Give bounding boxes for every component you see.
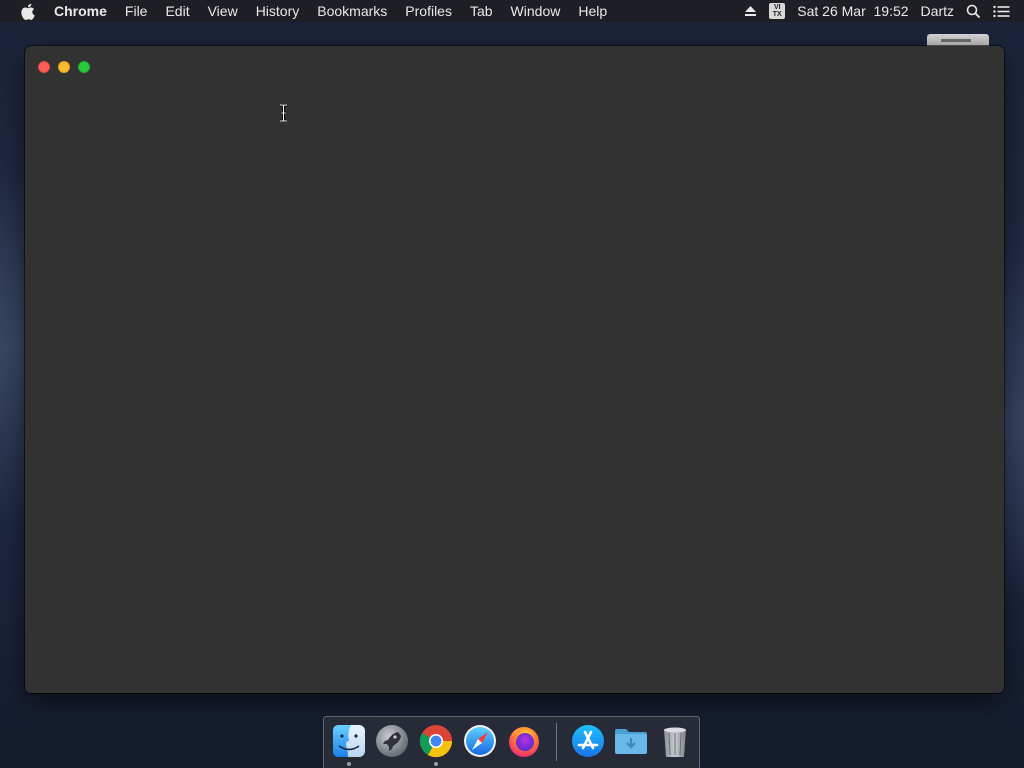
menu-edit[interactable]: Edit <box>156 0 198 22</box>
menu-history[interactable]: History <box>247 0 309 22</box>
input-method-top-label: VI <box>773 4 781 11</box>
downloads-folder-icon[interactable] <box>613 723 649 759</box>
datetime-clock[interactable]: Sat 26 Mar 19:52 <box>797 0 908 22</box>
user-name[interactable]: Dartz <box>921 0 954 22</box>
menu-app-name[interactable]: Chrome <box>54 0 116 22</box>
window-minimize-button[interactable] <box>58 61 70 73</box>
finder-icon[interactable] <box>331 723 367 759</box>
dock <box>323 716 700 768</box>
chrome-icon[interactable] <box>418 723 454 759</box>
finder-running-indicator <box>347 762 351 766</box>
window-close-button[interactable] <box>38 61 50 73</box>
input-method-icon[interactable]: VI TX <box>769 3 786 19</box>
menu-bookmarks[interactable]: Bookmarks <box>308 0 396 22</box>
dock-separator <box>556 723 557 761</box>
menu-profiles[interactable]: Profiles <box>396 0 461 22</box>
app-store-icon[interactable] <box>570 723 606 759</box>
menu-tab[interactable]: Tab <box>461 0 502 22</box>
menu-bar: Chrome File Edit View History Bookmarks … <box>0 0 1024 22</box>
chrome-window <box>25 46 1004 693</box>
menu-help[interactable]: Help <box>569 0 616 22</box>
window-controls <box>38 61 98 73</box>
notification-center-icon[interactable] <box>993 5 1010 18</box>
trash-icon[interactable] <box>657 723 693 759</box>
launchpad-icon[interactable] <box>374 723 410 759</box>
chrome-running-indicator <box>434 762 438 766</box>
input-method-bottom-label: TX <box>772 11 782 18</box>
safari-icon[interactable] <box>462 723 498 759</box>
menu-window[interactable]: Window <box>502 0 570 22</box>
window-maximize-button[interactable] <box>78 61 90 73</box>
text-cursor-icon <box>280 104 287 122</box>
spotlight-search-icon[interactable] <box>966 4 981 19</box>
apple-icon[interactable] <box>19 0 35 22</box>
menu-view[interactable]: View <box>199 0 247 22</box>
menu-file[interactable]: File <box>116 0 157 22</box>
eject-icon[interactable] <box>744 5 757 17</box>
firefox-icon[interactable] <box>506 723 542 759</box>
desktop-drive-icon[interactable] <box>927 34 989 46</box>
